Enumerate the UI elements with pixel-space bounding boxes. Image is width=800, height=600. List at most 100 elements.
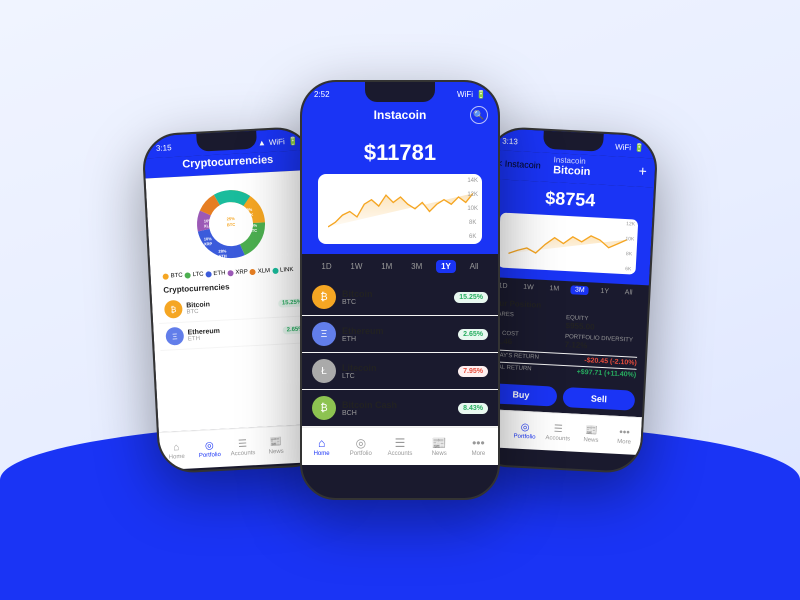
ltc-info-center: Litecoin LTC bbox=[342, 363, 452, 380]
accounts-icon-right: ☰ bbox=[553, 423, 563, 434]
right-header-title: Bitcoin bbox=[553, 164, 591, 178]
more-icon-center: ••• bbox=[472, 436, 485, 450]
nav-home-left[interactable]: ⌂ Home bbox=[159, 441, 193, 461]
phones-container: 3:15 ▲ WiFi 🔋 Cryptocurrencies bbox=[130, 90, 670, 510]
nav-news-right[interactable]: 📰 News bbox=[574, 424, 608, 444]
right-tab-1m[interactable]: 1M bbox=[545, 284, 563, 294]
btc-icon-center: ₿ bbox=[312, 285, 336, 309]
right-chart-labels: 12K 10K 8K 6K bbox=[624, 221, 636, 272]
status-icons-right: WiFi 🔋 bbox=[615, 142, 644, 153]
crypto-list-center: ₿ Bitcoin BTC 15.25% Ξ Ethereum ETH 2.65… bbox=[302, 279, 498, 427]
nav-more-center[interactable]: ••• More bbox=[459, 436, 498, 457]
status-time-center: 2:52 bbox=[314, 90, 330, 99]
legend-ltc: LTC bbox=[184, 272, 203, 279]
btc-badge-center: 15.25% bbox=[454, 292, 488, 303]
btc-info-left: Bitcoin BTC bbox=[186, 297, 274, 315]
list-item[interactable]: ₿ Bitcoin Cash BCH 8.43% bbox=[302, 390, 498, 427]
nav-home-center[interactable]: ⌂ Home bbox=[302, 436, 341, 457]
nav-accounts-left[interactable]: ☰ Accounts bbox=[226, 437, 260, 457]
news-icon-center: 📰 bbox=[432, 436, 447, 450]
position-section: Your Position SHARES 5.0 EQUITY $955.00 … bbox=[478, 294, 648, 386]
more-icon-right: ••• bbox=[619, 427, 630, 439]
position-grid: SHARES 5.0 EQUITY $955.00 AVG COST 171.4… bbox=[488, 311, 640, 353]
portfolio-icon: ◎ bbox=[205, 440, 214, 451]
nav-portfolio-center[interactable]: ◎ Portfolio bbox=[341, 436, 380, 457]
notch-center bbox=[365, 82, 435, 102]
ltc-badge-center: 7.95% bbox=[458, 366, 488, 377]
tab-1d[interactable]: 1D bbox=[316, 260, 336, 273]
right-chart-svg bbox=[508, 213, 628, 269]
add-button[interactable]: + bbox=[638, 162, 647, 178]
bch-icon-center: ₿ bbox=[312, 396, 336, 420]
svg-text:XRP: XRP bbox=[204, 241, 213, 246]
nav-news-center[interactable]: 📰 News bbox=[420, 436, 459, 457]
legend-eth: ETH bbox=[205, 270, 225, 277]
btc-info-center: Bitcoin BTC bbox=[342, 289, 448, 306]
list-item[interactable]: Ł Litecoin LTC 7.95% bbox=[302, 353, 498, 390]
right-tab-all[interactable]: All bbox=[621, 288, 637, 298]
portfolio-icon-center: ◎ bbox=[356, 436, 366, 450]
right-tab-1w[interactable]: 1W bbox=[519, 283, 538, 293]
center-header: Instacoin 🔍 bbox=[302, 104, 498, 130]
nav-news-left[interactable]: 📰 News bbox=[259, 436, 293, 456]
tab-1y[interactable]: 1Y bbox=[436, 260, 456, 273]
nav-accounts-center[interactable]: ☰ Accounts bbox=[380, 436, 419, 457]
nav-portfolio-left[interactable]: ◎ Portfolio bbox=[193, 439, 227, 459]
list-item[interactable]: Ξ Ethereum ETH 2.65% bbox=[302, 316, 498, 353]
search-icon[interactable]: 🔍 bbox=[470, 106, 488, 124]
tab-all[interactable]: All bbox=[465, 260, 484, 273]
center-chart: 14K 12K 10K 8K 6K bbox=[318, 174, 482, 244]
today-return-value: -$20.45 (-2.10%) bbox=[584, 357, 637, 367]
tab-3m[interactable]: 3M bbox=[406, 260, 427, 273]
status-icons-center: WiFi 🔋 bbox=[457, 90, 486, 99]
home-icon: ⌂ bbox=[173, 442, 180, 453]
right-chart: 12K 10K 8K 6K bbox=[498, 213, 639, 275]
legend-xrp: XRP bbox=[227, 269, 248, 276]
eth-icon-left: Ξ bbox=[165, 327, 184, 346]
accounts-icon: ☰ bbox=[238, 438, 248, 449]
time-tabs-center: 1D 1W 1M 3M 1Y All bbox=[302, 254, 498, 279]
chart-labels: 14K 12K 10K 8K 6K bbox=[467, 178, 478, 240]
tab-1m[interactable]: 1M bbox=[376, 260, 397, 273]
right-tab-1y[interactable]: 1Y bbox=[596, 287, 613, 297]
eth-icon-center: Ξ bbox=[312, 322, 336, 346]
center-bottom-nav: ⌂ Home ◎ Portfolio ☰ Accounts 📰 News •••… bbox=[302, 427, 498, 465]
btc-icon-left: ₿ bbox=[164, 300, 183, 319]
ltc-icon-center: Ł bbox=[312, 359, 336, 383]
eth-info-center: Ethereum ETH bbox=[342, 326, 452, 343]
donut-container: 25% BTC 18% LINK 19% LTC 28% ETH 10% XRP… bbox=[152, 176, 310, 272]
tab-1w[interactable]: 1W bbox=[345, 260, 367, 273]
right-blue-section: $8754 12K 10K 8K 6K bbox=[483, 179, 654, 286]
center-phone: 2:52 WiFi 🔋 Instacoin 🔍 $11781 14K 12K 1… bbox=[300, 80, 500, 500]
news-icon-right: 📰 bbox=[585, 425, 598, 437]
diversity-item: PORTFOLIO DIVERSITY 7.12% bbox=[564, 334, 638, 353]
center-main-price: $11781 bbox=[312, 136, 488, 174]
svg-text:ETH: ETH bbox=[219, 253, 227, 258]
accounts-icon-center: ☰ bbox=[395, 436, 406, 450]
back-button[interactable]: < Instacoin bbox=[497, 158, 541, 170]
sell-button[interactable]: Sell bbox=[562, 387, 635, 411]
portfolio-title: Cryptocurrencies bbox=[182, 154, 274, 171]
status-icons-left: ▲ WiFi 🔋 bbox=[258, 136, 298, 147]
portfolio-icon-right: ◎ bbox=[520, 421, 529, 432]
list-item[interactable]: ₿ Bitcoin BTC 15.25% bbox=[302, 279, 498, 316]
center-blue-section: $11781 14K 12K 10K 8K 6K bbox=[302, 130, 498, 254]
eth-info-left: Ethereum ETH bbox=[187, 324, 279, 342]
right-tab-3m[interactable]: 3M bbox=[571, 285, 589, 295]
svg-text:LTC: LTC bbox=[250, 228, 258, 233]
nav-portfolio-right[interactable]: ◎ Portfolio bbox=[508, 421, 542, 441]
svg-text:LINK: LINK bbox=[244, 212, 254, 217]
eth-badge-center: 2.65% bbox=[458, 329, 488, 340]
svg-text:XLM: XLM bbox=[204, 223, 213, 228]
svg-text:25%: 25% bbox=[227, 216, 236, 221]
notch-left bbox=[196, 131, 257, 152]
notch-right bbox=[543, 131, 604, 152]
main-chart-svg bbox=[328, 174, 473, 239]
home-icon-center: ⌂ bbox=[318, 436, 325, 450]
legend-btc: BTC bbox=[163, 273, 183, 280]
bch-info-center: Bitcoin Cash BCH bbox=[342, 400, 452, 417]
equity-item: EQUITY $955.00 bbox=[565, 315, 639, 334]
svg-text:BTC: BTC bbox=[227, 222, 236, 227]
nav-accounts-right[interactable]: ☰ Accounts bbox=[541, 422, 575, 442]
nav-more-right[interactable]: ••• More bbox=[607, 426, 641, 446]
